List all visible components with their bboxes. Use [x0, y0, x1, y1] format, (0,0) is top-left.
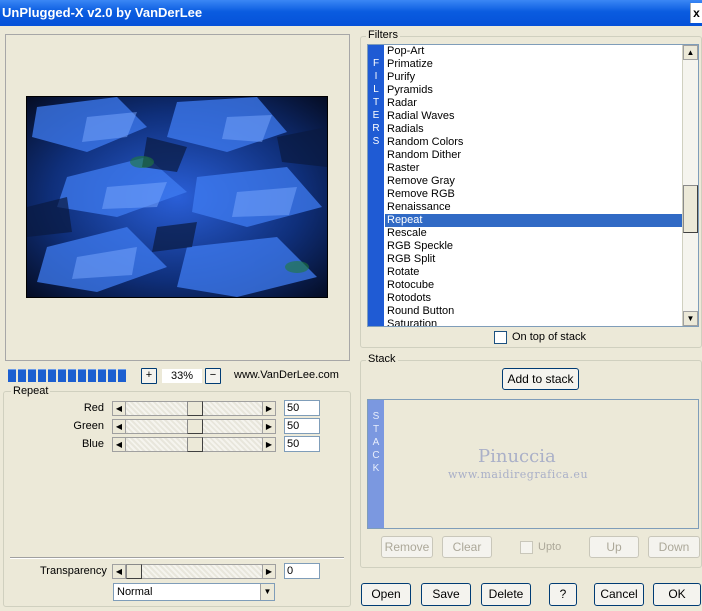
blue-label: Blue — [81, 438, 104, 450]
green-label: Green — [73, 420, 104, 432]
blue-thumb[interactable] — [187, 437, 203, 452]
on-top-label: On top of stack — [512, 331, 586, 343]
filter-item[interactable]: Renaissance — [385, 201, 683, 214]
transparency-label: Transparency — [40, 565, 107, 577]
green-thumb[interactable] — [187, 419, 203, 434]
filter-item[interactable]: Primatize — [385, 58, 683, 71]
green-value[interactable]: 50 — [284, 418, 320, 434]
window-title: UnPlugged-X v2.0 by VanDerLee — [2, 5, 203, 20]
blue-left-icon[interactable]: ◀ — [112, 437, 126, 452]
filter-item[interactable]: Rescale — [385, 227, 683, 240]
green-left-icon[interactable]: ◀ — [112, 419, 126, 434]
stack-side-label: STACK — [368, 400, 384, 528]
watermark-url: www.maidiregrafica.eu — [448, 468, 589, 481]
blue-right-icon[interactable]: ▶ — [262, 437, 276, 452]
filter-item[interactable]: Pyramids — [385, 84, 683, 97]
close-icon[interactable]: x — [690, 3, 702, 23]
stack-group-label: Stack — [366, 353, 398, 365]
filter-item[interactable]: RGB Speckle — [385, 240, 683, 253]
filter-item[interactable]: Random Colors — [385, 136, 683, 149]
title-bar[interactable]: UnPlugged-X v2.0 by VanDerLee x — [0, 0, 702, 26]
ok-button[interactable]: OK — [653, 583, 701, 606]
blend-mode-select[interactable]: Normal ▼ — [113, 583, 275, 601]
transparency-left-icon[interactable]: ◀ — [112, 564, 126, 579]
blend-mode-value: Normal — [117, 586, 153, 598]
filter-item[interactable]: Repeat — [385, 214, 683, 227]
red-slider[interactable]: ◀ ▶ — [112, 401, 276, 416]
filter-item[interactable]: Remove RGB — [385, 188, 683, 201]
preview-image[interactable] — [26, 96, 328, 298]
zoom-in-button[interactable]: + — [141, 368, 157, 384]
red-label: Red — [83, 402, 104, 414]
filter-item[interactable]: Purify — [385, 71, 683, 84]
filters-side-label: FILTERS — [368, 45, 384, 326]
help-button[interactable]: ? — [549, 583, 577, 606]
stack-list[interactable]: STACK Pinuccia www.maidiregrafica.eu — [367, 399, 699, 529]
transparency-value[interactable]: 0 — [284, 563, 320, 579]
open-button[interactable]: Open — [361, 583, 411, 606]
up-button[interactable]: Up — [589, 536, 639, 558]
filters-group-label: Filters — [366, 29, 400, 41]
zoom-value: 33% — [161, 368, 203, 384]
red-value[interactable]: 50 — [284, 400, 320, 416]
website-link[interactable]: www.VanDerLee.com — [234, 369, 339, 381]
blue-slider[interactable]: ◀ ▶ — [112, 437, 276, 452]
green-right-icon[interactable]: ▶ — [262, 419, 276, 434]
filter-item[interactable]: Radials — [385, 123, 683, 136]
filter-item[interactable]: RGB Split — [385, 253, 683, 266]
filter-item[interactable]: Rotocube — [385, 279, 683, 292]
transparency-slider[interactable]: ◀ ▶ — [112, 564, 276, 579]
watermark-text: Pinuccia — [478, 446, 556, 467]
red-left-icon[interactable]: ◀ — [112, 401, 126, 416]
filter-item[interactable]: Radial Waves — [385, 110, 683, 123]
filters-items[interactable]: Pop-Art Primatize Purify Pyramids Radar Radia… — [385, 45, 683, 326]
scroll-up-icon[interactable]: ▲ — [683, 45, 698, 60]
filter-item[interactable]: Rotodots — [385, 292, 683, 305]
params-group-label: Repeat — [11, 385, 51, 397]
zoom-out-button[interactable]: − — [205, 368, 221, 384]
filter-item[interactable]: Round Button — [385, 305, 683, 318]
transparency-thumb[interactable] — [126, 564, 142, 579]
filter-item[interactable]: Remove Gray — [385, 175, 683, 188]
filters-scrollbar[interactable]: ▲ ▼ — [682, 45, 698, 326]
preview-artwork — [27, 97, 327, 297]
save-button[interactable]: Save — [421, 583, 471, 606]
on-top-checkbox[interactable] — [494, 331, 507, 344]
clear-button[interactable]: Clear — [442, 536, 492, 558]
add-to-stack-button[interactable]: Add to stack — [502, 368, 579, 390]
transparency-right-icon[interactable]: ▶ — [262, 564, 276, 579]
upto-label: Upto — [538, 541, 562, 553]
remove-button[interactable]: Remove — [381, 536, 433, 558]
filter-item[interactable]: Raster — [385, 162, 683, 175]
green-slider[interactable]: ◀ ▶ — [112, 419, 276, 434]
scroll-down-icon[interactable]: ▼ — [683, 311, 698, 326]
chevron-down-icon[interactable]: ▼ — [260, 584, 274, 600]
progress-bar — [8, 369, 126, 382]
delete-button[interactable]: Delete — [481, 583, 531, 606]
filter-item[interactable]: Random Dither — [385, 149, 683, 162]
red-thumb[interactable] — [187, 401, 203, 416]
scroll-thumb[interactable] — [683, 185, 698, 233]
filter-item[interactable]: Radar — [385, 97, 683, 110]
down-button[interactable]: Down — [648, 536, 700, 558]
filter-item[interactable]: Saturation — [385, 318, 683, 326]
cancel-button[interactable]: Cancel — [594, 583, 644, 606]
filters-list[interactable]: FILTERS Pop-Art Primatize Purify Pyramids Ra… — [367, 44, 699, 327]
filter-item[interactable]: Pop-Art — [385, 45, 683, 58]
blue-value[interactable]: 50 — [284, 436, 320, 452]
upto-checkbox[interactable] — [520, 541, 533, 554]
filter-item[interactable]: Rotate — [385, 266, 683, 279]
red-right-icon[interactable]: ▶ — [262, 401, 276, 416]
params-divider — [10, 557, 344, 559]
